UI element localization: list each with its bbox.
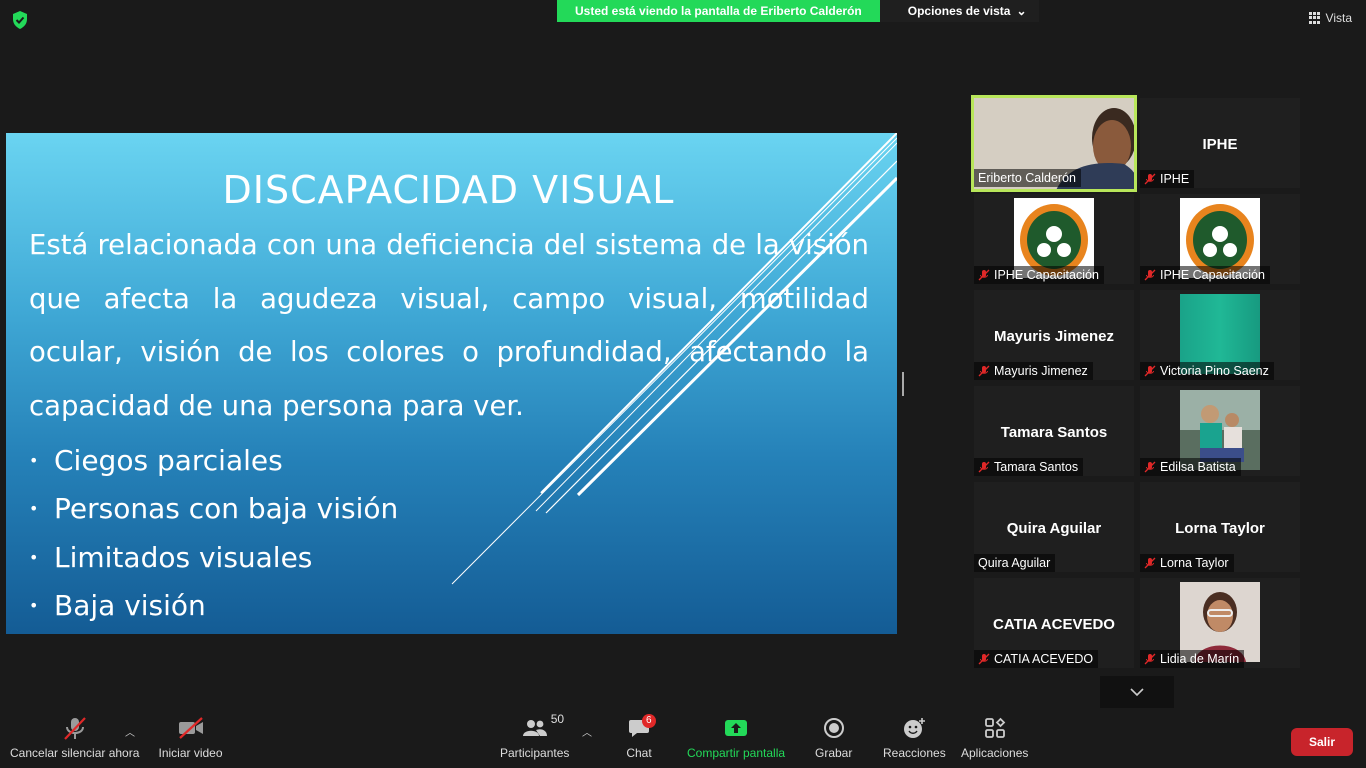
reactions-button[interactable]: Reacciones — [883, 712, 946, 760]
meeting-toolbar: Cancelar silenciar ahora ︿ Iniciar video… — [0, 712, 1366, 768]
bullet-item: • Baja visión — [29, 588, 206, 622]
participant-label: IPHE Capacitación — [974, 266, 1104, 284]
participant-tile[interactable]: IPHE Capacitación — [974, 194, 1134, 284]
participant-label: Eriberto Calderón — [974, 169, 1081, 187]
chat-unread-badge: 6 — [642, 714, 656, 728]
unmute-button[interactable]: Cancelar silenciar ahora — [10, 712, 139, 760]
participant-tile-active-speaker[interactable]: Eriberto Calderón — [971, 95, 1137, 192]
record-icon — [823, 718, 844, 738]
participant-name: Quira Aguilar — [1006, 520, 1102, 537]
participant-tile[interactable]: Lorna Taylor Lorna Taylor — [1140, 482, 1300, 572]
participant-label: IPHE — [1140, 170, 1195, 188]
chat-button[interactable]: 6 Chat — [626, 712, 656, 760]
share-screen-button[interactable]: Compartir pantalla — [687, 712, 785, 760]
apps-label: Aplicaciones — [961, 746, 1029, 760]
participant-label: Lidia de Marín — [1140, 650, 1245, 668]
share-screen-icon — [725, 720, 748, 736]
view-options-label: Opciones de vista — [907, 4, 1011, 18]
participant-tile[interactable]: CATIA ACEVEDO CATIA ACEVEDO — [974, 578, 1134, 668]
participants-icon — [522, 720, 547, 736]
share-screen-label: Compartir pantalla — [687, 746, 786, 760]
video-off-icon — [178, 717, 203, 739]
participant-tile[interactable]: Quira Aguilar Quira Aguilar — [974, 482, 1134, 572]
participant-label: Quira Aguilar — [974, 554, 1056, 572]
bullet-item: • Ciegos parciales — [29, 444, 283, 477]
start-video-button[interactable]: Iniciar video — [158, 712, 223, 760]
view-button[interactable]: Vista — [1308, 11, 1352, 25]
top-bar: Usted está viendo la pantalla de Eribert… — [0, 0, 1366, 40]
slide-title: DISCAPACIDAD VISUAL — [222, 168, 675, 212]
participant-tile[interactable]: Edilsa Batista — [1140, 386, 1300, 476]
view-options-button[interactable]: Opciones de vista ⌄ — [879, 0, 1039, 22]
participant-name: Tamara Santos — [1000, 424, 1108, 441]
muted-mic-icon — [1144, 365, 1156, 377]
bullet-item: • Limitados visuales — [29, 540, 313, 574]
muted-mic-icon — [1144, 269, 1156, 281]
muted-mic-icon — [978, 269, 990, 281]
participant-name: CATIA ACEVEDO — [993, 616, 1115, 633]
slide-bullet-list: • Ciegos parciales • Personas con baja vis… — [29, 437, 398, 630]
unmute-label: Cancelar silenciar ahora — [10, 746, 140, 760]
reactions-label: Reacciones — [883, 746, 946, 760]
muted-microphone-icon — [63, 717, 86, 740]
participant-label: Victoria Pino Saenz — [1140, 362, 1274, 380]
participant-name: IPHE — [1202, 136, 1238, 153]
participant-tile[interactable]: Victoria Pino Saenz — [1140, 290, 1300, 380]
record-button[interactable]: Grabar — [815, 712, 852, 760]
participant-label: Edilsa Batista — [1140, 458, 1241, 476]
participants-options-caret-icon[interactable]: ︿ — [582, 724, 592, 739]
participant-tile[interactable]: Lidia de Marín — [1140, 578, 1300, 668]
participant-tile[interactable]: Mayuris Jimenez Mayuris Jimenez — [974, 290, 1134, 380]
audio-options-caret-icon[interactable]: ︿ — [125, 724, 135, 739]
participants-label: Participantes — [500, 746, 570, 760]
participant-tile[interactable]: IPHE Capacitación — [1140, 194, 1300, 284]
participant-label: IPHE Capacitación — [1140, 266, 1270, 284]
record-label: Grabar — [815, 746, 853, 760]
participant-name: Lorna Taylor — [1175, 520, 1265, 537]
participant-name: Mayuris Jimenez — [993, 328, 1115, 345]
shared-screen-slide: DISCAPACIDAD VISUAL Está relacionada con… — [6, 133, 897, 634]
muted-mic-icon — [978, 461, 990, 473]
muted-mic-icon — [978, 653, 990, 665]
reactions-icon — [904, 718, 926, 738]
participant-label: CATIA ACEVEDO — [974, 650, 1099, 668]
muted-mic-icon — [1144, 653, 1156, 665]
muted-mic-icon — [978, 365, 990, 377]
slide-body-text: Está relacionada con una deficiencia del… — [29, 229, 869, 423]
start-video-label: Iniciar video — [158, 746, 223, 760]
participant-tile[interactable]: Tamara Santos Tamara Santos — [974, 386, 1134, 476]
viewing-screen-text: Usted está viendo la pantalla de Eribert… — [557, 0, 880, 22]
chevron-down-icon: ⌄ — [1016, 4, 1027, 18]
participant-label: Tamara Santos — [974, 458, 1084, 476]
gallery-next-page-button[interactable] — [1100, 676, 1174, 708]
participant-tile[interactable]: IPHE IPHE — [1140, 98, 1300, 188]
apps-button[interactable]: Aplicaciones — [961, 712, 1028, 760]
muted-mic-icon — [1144, 557, 1156, 569]
participant-label: Lorna Taylor — [1140, 554, 1234, 572]
panel-resize-handle[interactable] — [902, 372, 904, 396]
view-label: Vista — [1325, 11, 1352, 25]
participants-count: 50 — [550, 712, 565, 726]
participant-label: Mayuris Jimenez — [974, 362, 1093, 380]
muted-mic-icon — [1144, 461, 1156, 473]
chevron-down-icon — [1130, 688, 1144, 697]
bullet-item: • Personas con baja visión — [29, 492, 399, 526]
participants-button[interactable]: 50 Participantes — [500, 712, 569, 760]
apps-icon — [984, 717, 1005, 738]
shield-icon[interactable] — [10, 10, 30, 30]
muted-mic-icon — [1144, 173, 1156, 185]
grid-view-icon — [1308, 12, 1321, 24]
chat-label: Chat — [626, 746, 652, 760]
screen-share-banner: Usted está viendo la pantalla de Eribert… — [557, 0, 1039, 22]
leave-meeting-button[interactable]: Salir — [1290, 728, 1353, 756]
